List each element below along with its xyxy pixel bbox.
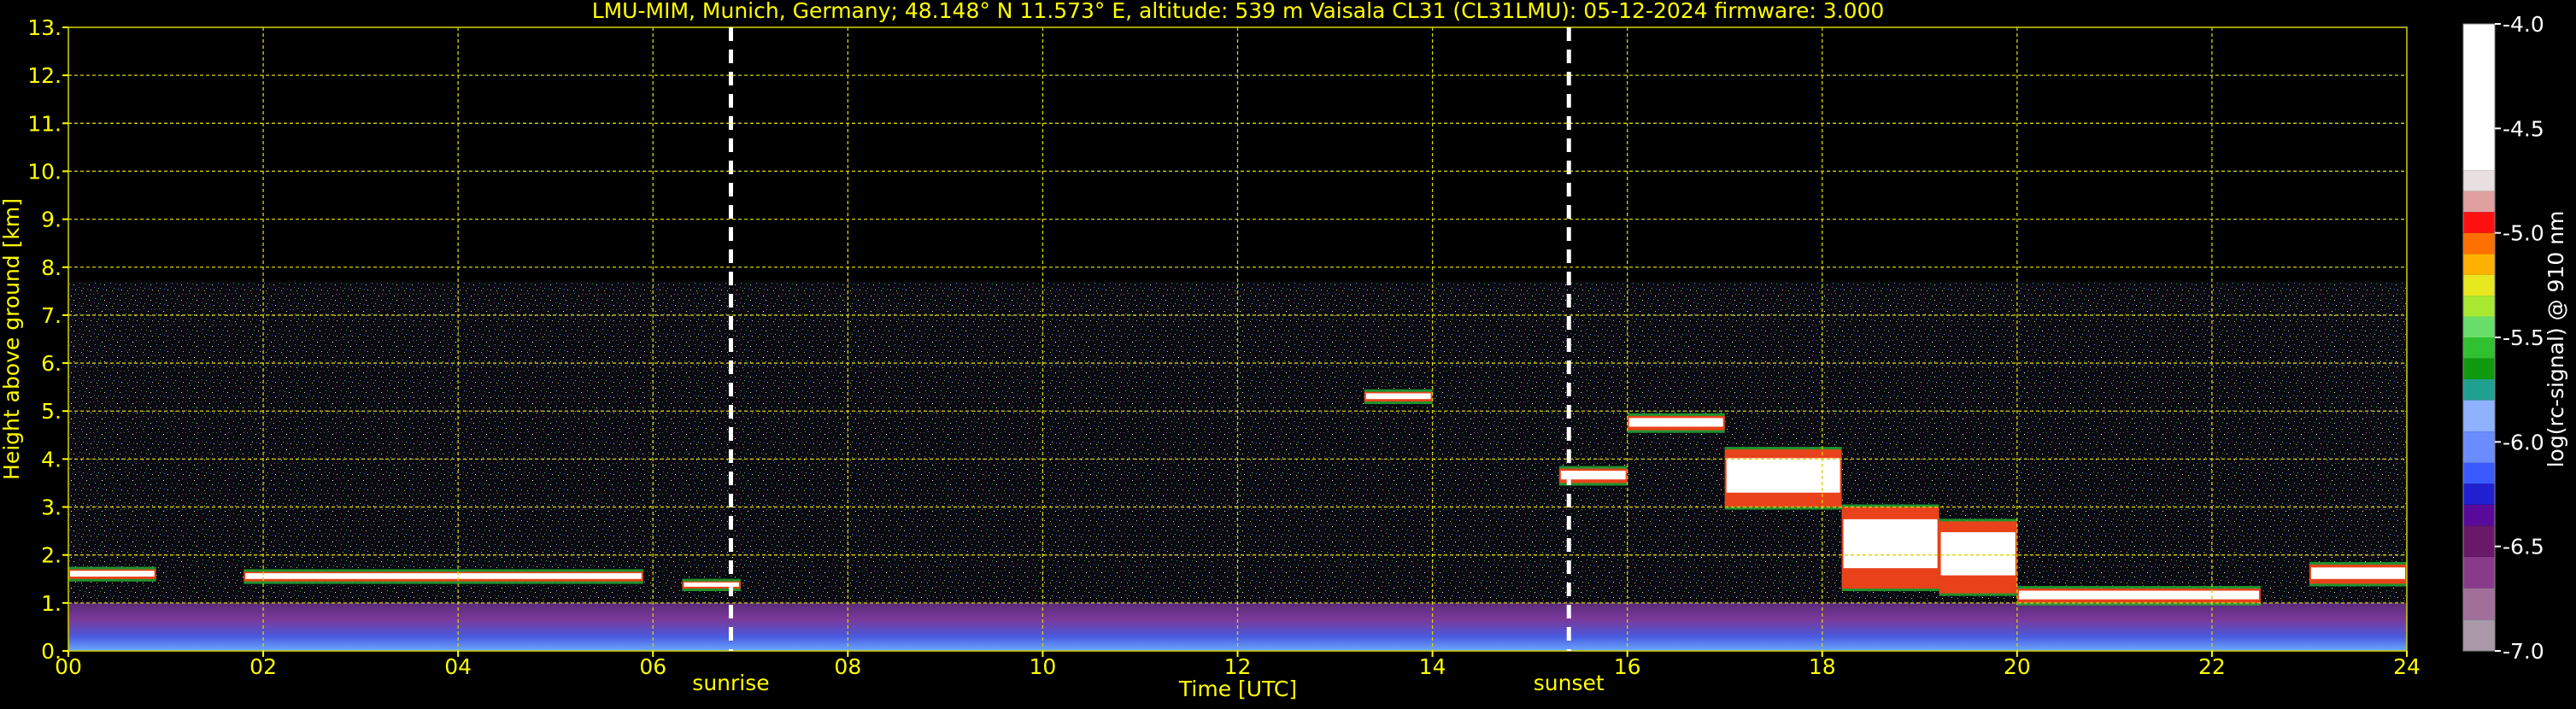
y-tick-label: 7.: [41, 303, 62, 328]
cloud-layer-peak: [1726, 458, 1840, 493]
colorbar-segment: [2463, 24, 2495, 171]
cloud-layer-peak: [2018, 590, 2259, 600]
colorbar-segment: [2463, 462, 2495, 484]
x-tick-label: 04: [444, 654, 472, 679]
colorbar-segment: [2463, 170, 2495, 191]
colorbar-tick-label: -7.0: [2503, 639, 2544, 664]
y-tick-label: 5.: [41, 399, 62, 424]
colorbar-segment: [2463, 556, 2495, 589]
y-tick-label: 11.: [27, 111, 62, 136]
colorbar-segment: [2463, 619, 2495, 651]
y-tick-label: 3.: [41, 495, 62, 520]
x-tick-label: 06: [639, 654, 666, 679]
colorbar-segment: [2463, 254, 2495, 275]
colorbar-segment: [2463, 337, 2495, 359]
y-tick-label: 4.: [41, 447, 62, 472]
cloud-layer-peak: [2310, 567, 2405, 579]
colorbar-segment: [2463, 232, 2495, 255]
cloud-layer-peak: [1628, 418, 1723, 427]
colorbar-tick-label: -5.5: [2503, 325, 2544, 350]
y-axis-label: Height above ground [km]: [0, 198, 24, 480]
y-tick-label: 10.: [27, 159, 62, 184]
y-tick-label: 8.: [41, 255, 62, 280]
x-tick-label: 12: [1224, 654, 1252, 679]
cloud-layer-peak: [245, 573, 642, 579]
x-tick-label: 24: [2393, 654, 2421, 679]
colorbar-tick-label: -4.5: [2503, 116, 2544, 141]
y-tick-label: 13.: [27, 15, 62, 40]
sunset-marker-label: sunset: [1534, 671, 1605, 695]
x-tick-label: 18: [1809, 654, 1836, 679]
x-tick-label: 02: [249, 654, 277, 679]
chart-svg: sunrise sunset 00 02 04 06 08 10 12 14 16 18 20 22 24…: [0, 0, 2568, 701]
y-tick-label: 1.: [41, 591, 62, 616]
colorbar-segment: [2463, 316, 2495, 337]
colorbar-tick-label: -6.0: [2503, 430, 2544, 454]
colorbar-segment: [2463, 483, 2495, 505]
y-tick-label: 12.: [27, 63, 62, 88]
colorbar-segment: [2463, 431, 2495, 463]
chart-title: LMU-MIM, Munich, Germany; 48.148° N 11.5…: [592, 0, 1885, 23]
ceilometer-chart: sunrise sunset 00 02 04 06 08 10 12 14 16 18 20 22 24…: [0, 0, 2576, 706]
x-tick-label: 08: [834, 654, 861, 679]
colorbar-segment: [2463, 504, 2495, 526]
colorbar-segment: [2463, 212, 2495, 233]
x-tick-label: 14: [1419, 654, 1446, 679]
colorbar-segment: [2463, 190, 2495, 213]
colorbar-segment: [2463, 400, 2495, 432]
colorbar-segment: [2463, 378, 2495, 401]
x-tick-label: 10: [1030, 654, 1057, 679]
x-tick-label: 20: [2004, 654, 2031, 679]
y-tick-label: 6.: [41, 351, 62, 376]
cloud-layer-peak: [70, 571, 155, 577]
cloud-layer-peak: [1365, 393, 1431, 400]
y-tick-label: 0.: [41, 639, 62, 664]
x-tick-label: 16: [1614, 654, 1641, 679]
y-tick-label: 2.: [41, 543, 62, 568]
cloud-layer-peak: [1843, 519, 1938, 569]
cloud-layer-peak: [1940, 532, 2016, 576]
y-tick-label: 9.: [41, 208, 62, 232]
colorbar-segment: [2463, 274, 2495, 296]
sunrise-marker-label: sunrise: [692, 671, 769, 695]
colorbar-tick-label: -6.5: [2503, 535, 2544, 560]
colorbar-segment: [2463, 525, 2495, 557]
colorbar-segment: [2463, 296, 2495, 317]
x-tick-label: 22: [2198, 654, 2226, 679]
colorbar-tick-label: -5.0: [2503, 221, 2544, 246]
colorbar-tick-label: -4.0: [2503, 12, 2544, 37]
colorbar-label: log(rc-signal) @ 910 nm: [2544, 211, 2568, 468]
colorbar-segment: [2463, 358, 2495, 379]
x-axis-label: Time [UTC]: [1178, 677, 1297, 701]
colorbar-segment: [2463, 588, 2495, 620]
